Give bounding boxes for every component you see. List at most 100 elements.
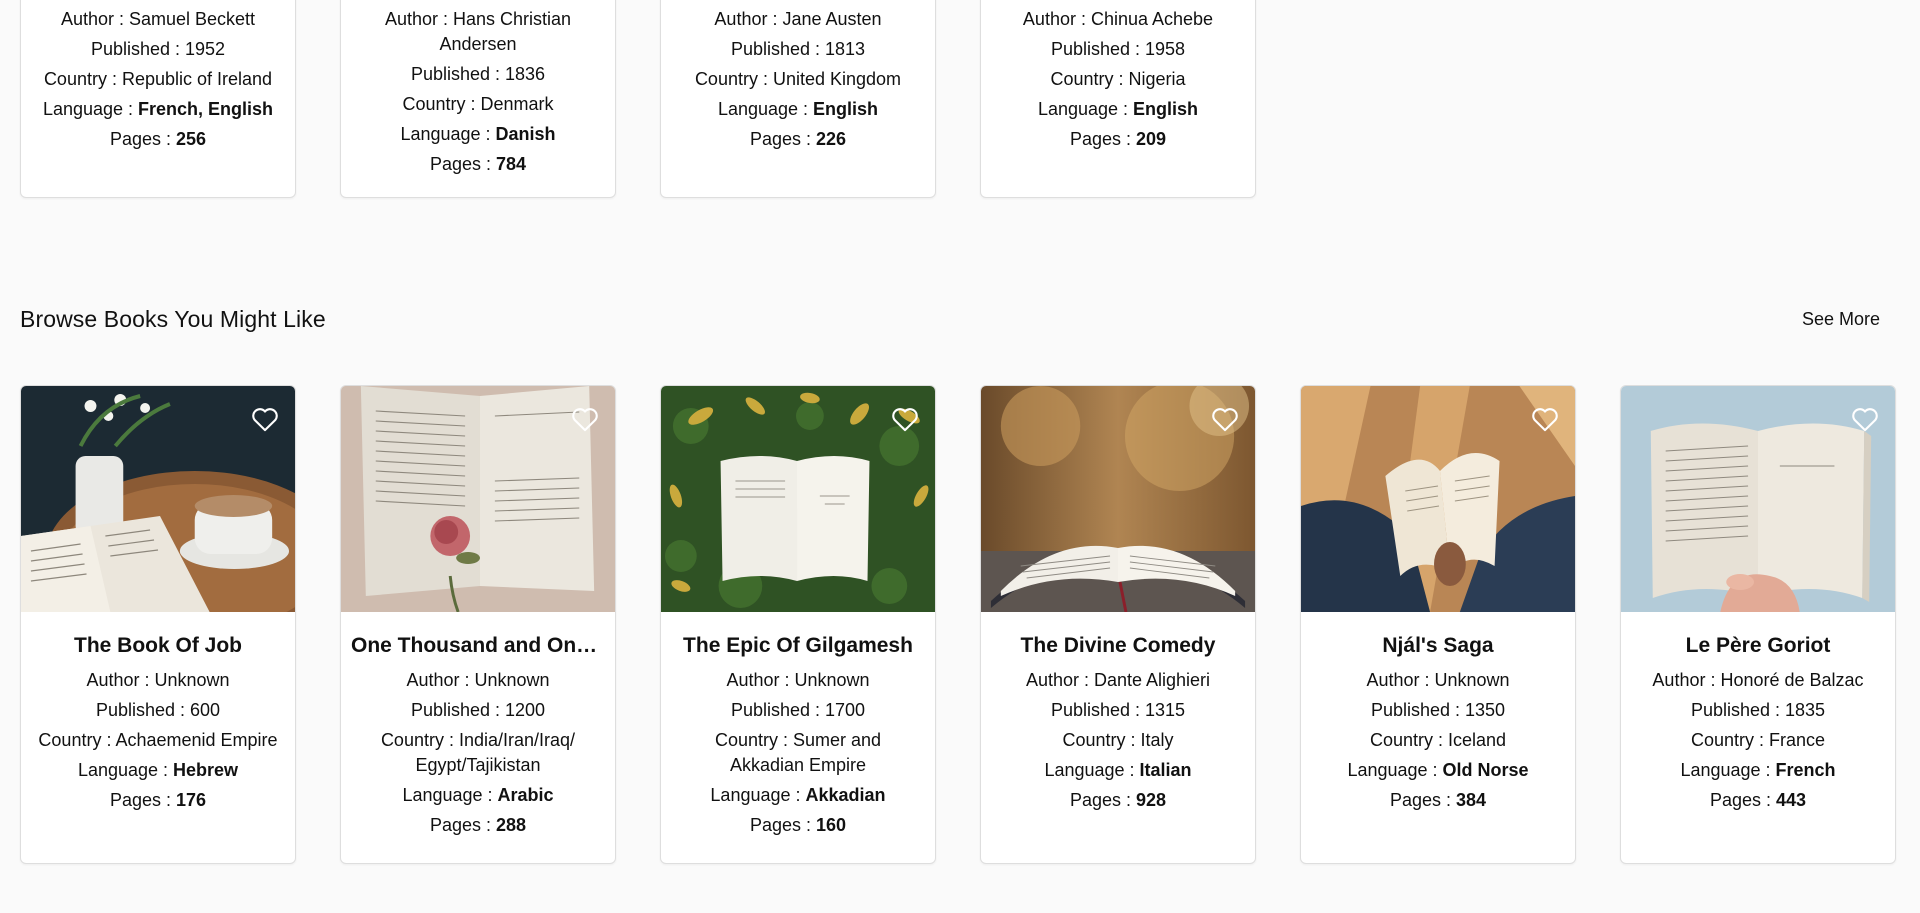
pages-value: 384 bbox=[1456, 790, 1487, 810]
book-card[interactable]: Le Père Goriot Author : Honoré de Balzac… bbox=[1620, 385, 1896, 864]
published-line: Published : 1813 bbox=[730, 39, 866, 59]
language-line: Language : French, English bbox=[42, 99, 274, 119]
book-title[interactable]: Le Père Goriot bbox=[1631, 634, 1885, 658]
author-value: Unknown bbox=[474, 670, 550, 690]
pages-line: Pages : 256 bbox=[109, 129, 207, 149]
pages-value: 176 bbox=[176, 790, 207, 810]
favorite-heart-icon[interactable] bbox=[1851, 406, 1879, 432]
author-value: Dante Alighieri bbox=[1093, 670, 1211, 690]
book-card[interactable]: The Divine Comedy Author : Dante Alighie… bbox=[980, 385, 1256, 864]
published-line: Published : 600 bbox=[95, 700, 221, 720]
favorite-heart-icon[interactable] bbox=[571, 406, 599, 432]
pages-line: Pages : 443 bbox=[1709, 790, 1807, 810]
pages-value: 443 bbox=[1776, 790, 1807, 810]
pages-value: 288 bbox=[496, 815, 527, 835]
book-card[interactable]: Author : Hans Christian Andersen Publish… bbox=[340, 0, 616, 198]
pages-value: 784 bbox=[496, 154, 527, 174]
book-cover-image[interactable] bbox=[1621, 386, 1895, 612]
book-cover-image[interactable] bbox=[21, 386, 295, 612]
book-cover-image[interactable] bbox=[1301, 386, 1575, 612]
author-line: Author : Unknown bbox=[86, 670, 230, 690]
author-line: Author : Unknown bbox=[1366, 670, 1510, 690]
book-card[interactable]: Author : Chinua Achebe Published : 1958 … bbox=[980, 0, 1256, 198]
country-value: Nigeria bbox=[1128, 69, 1186, 89]
author-value: Chinua Achebe bbox=[1090, 9, 1214, 29]
published-value: 1200 bbox=[505, 700, 546, 720]
published-line: Published : 1958 bbox=[1050, 39, 1186, 59]
pages-line: Pages : 288 bbox=[429, 815, 527, 835]
pages-value: 256 bbox=[176, 129, 207, 149]
country-line: Country : France bbox=[1690, 730, 1826, 750]
author-value: Unknown bbox=[154, 670, 230, 690]
country-value: France bbox=[1769, 730, 1826, 750]
country-value: Republic of Ireland bbox=[121, 69, 273, 89]
published-value: 1315 bbox=[1145, 700, 1186, 720]
language-value: French, English bbox=[138, 99, 274, 119]
language-value: Danish bbox=[495, 124, 556, 144]
published-line: Published : 1835 bbox=[1690, 700, 1826, 720]
book-title[interactable]: The Divine Comedy bbox=[991, 634, 1245, 658]
published-value: 1835 bbox=[1785, 700, 1826, 720]
published-value: 1350 bbox=[1465, 700, 1506, 720]
pages-value: 226 bbox=[816, 129, 847, 149]
pages-value: 209 bbox=[1136, 129, 1167, 149]
language-line: Language : Danish bbox=[400, 124, 556, 144]
author-line: Author : Dante Alighieri bbox=[1025, 670, 1211, 690]
country-line: Country : Nigeria bbox=[1050, 69, 1186, 89]
book-title[interactable]: One Thousand and One ... bbox=[351, 634, 605, 658]
language-value: Italian bbox=[1139, 760, 1192, 780]
author-line: Author : Jane Austen bbox=[714, 9, 882, 29]
pages-line: Pages : 226 bbox=[749, 129, 847, 149]
language-line: Language : English bbox=[1037, 99, 1199, 119]
pages-line: Pages : 209 bbox=[1069, 129, 1167, 149]
published-value: 1836 bbox=[505, 64, 546, 84]
language-line: Language : Italian bbox=[1044, 760, 1192, 780]
pages-value: 160 bbox=[816, 815, 847, 835]
pages-line: Pages : 176 bbox=[109, 790, 207, 810]
page: Author : Samuel Beckett Published : 1952… bbox=[0, 0, 1920, 913]
country-value: Denmark bbox=[480, 94, 554, 114]
country-line: Country : Denmark bbox=[402, 94, 554, 114]
favorite-heart-icon[interactable] bbox=[1531, 406, 1559, 432]
author-line: Author : Unknown bbox=[406, 670, 550, 690]
language-line: Language : Old Norse bbox=[1347, 760, 1529, 780]
published-value: 1958 bbox=[1145, 39, 1186, 59]
favorite-heart-icon[interactable] bbox=[891, 406, 919, 432]
book-card[interactable]: The Book Of Job Author : Unknown Publish… bbox=[20, 385, 296, 864]
pages-line: Pages : 384 bbox=[1389, 790, 1487, 810]
favorite-heart-icon[interactable] bbox=[1211, 406, 1239, 432]
language-line: Language : Arabic bbox=[402, 785, 554, 805]
published-line: Published : 1315 bbox=[1050, 700, 1186, 720]
language-value: English bbox=[813, 99, 879, 119]
book-card[interactable]: The Epic Of Gilgamesh Author : Unknown P… bbox=[660, 385, 936, 864]
country-value: Achaemenid Empire bbox=[115, 730, 278, 750]
language-value: English bbox=[1133, 99, 1199, 119]
book-title[interactable]: The Book Of Job bbox=[31, 634, 285, 658]
book-cover-image[interactable] bbox=[341, 386, 615, 612]
language-line: Language : English bbox=[717, 99, 879, 119]
book-card[interactable]: Author : Samuel Beckett Published : 1952… bbox=[20, 0, 296, 198]
section-title: Browse Books You Might Like bbox=[20, 306, 326, 332]
language-value: Arabic bbox=[497, 785, 554, 805]
book-title[interactable]: The Epic Of Gilgamesh bbox=[671, 634, 925, 658]
book-card[interactable]: Njál's Saga Author : Unknown Published :… bbox=[1300, 385, 1576, 864]
country-line: Country : United Kingdom bbox=[694, 69, 902, 89]
author-line: Author : Unknown bbox=[726, 670, 870, 690]
published-value: 1813 bbox=[825, 39, 866, 59]
book-cover-image[interactable] bbox=[981, 386, 1255, 612]
book-card[interactable]: Author : Jane Austen Published : 1813 Co… bbox=[660, 0, 936, 198]
book-title[interactable]: Njál's Saga bbox=[1311, 634, 1565, 658]
favorite-heart-icon[interactable] bbox=[251, 406, 279, 432]
pages-line: Pages : 928 bbox=[1069, 790, 1167, 810]
author-value: Hans Christian Andersen bbox=[439, 9, 572, 54]
published-line: Published : 1700 bbox=[730, 700, 866, 720]
author-line: Author : Honoré de Balzac bbox=[1652, 670, 1864, 690]
country-line: Country : Republic of Ireland bbox=[43, 69, 273, 89]
pages-value: 928 bbox=[1136, 790, 1167, 810]
published-line: Published : 1952 bbox=[90, 39, 226, 59]
published-value: 1700 bbox=[825, 700, 866, 720]
author-line: Author : Samuel Beckett bbox=[60, 9, 256, 29]
book-cover-image[interactable] bbox=[661, 386, 935, 612]
book-card[interactable]: One Thousand and One ... Author : Unknow… bbox=[340, 385, 616, 864]
see-more-link[interactable]: See More bbox=[1802, 309, 1880, 330]
